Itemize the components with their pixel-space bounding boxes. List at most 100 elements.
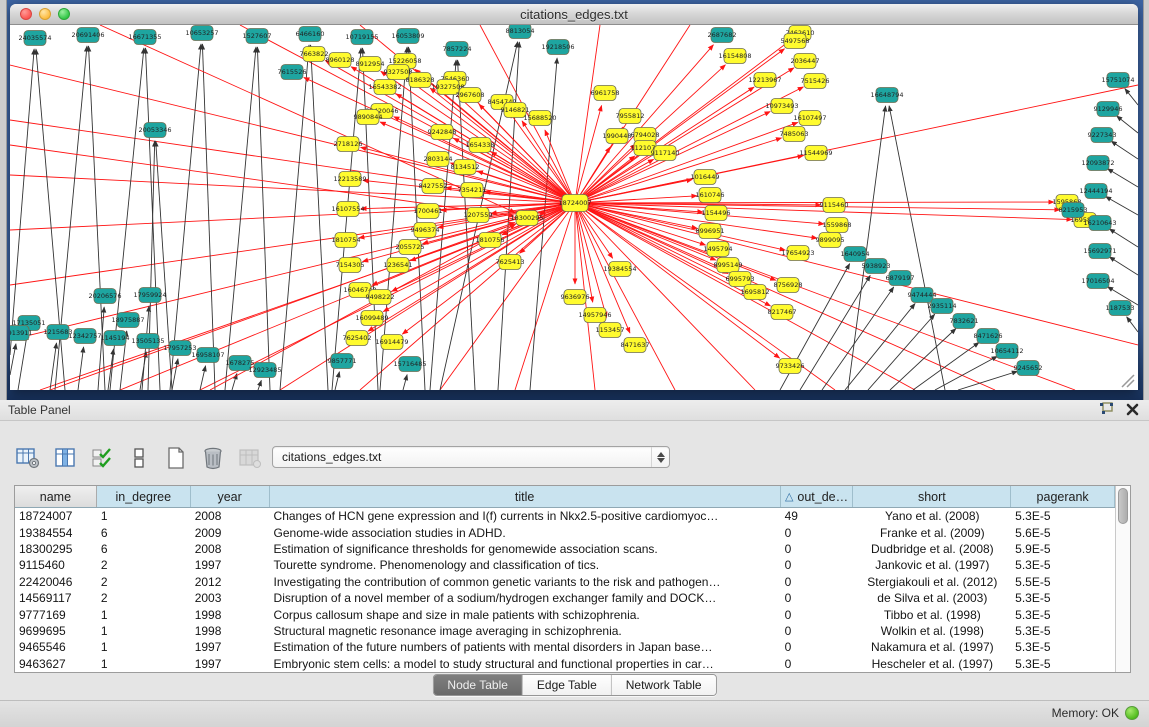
- table-selector-dropdown[interactable]: citations_edges.txt: [272, 446, 670, 468]
- network-node-teal[interactable]: 20691406: [71, 28, 104, 43]
- table-row[interactable]: 946554611997Estimation of the future num…: [15, 639, 1115, 655]
- cell-title[interactable]: Investigating the contribution of common…: [270, 574, 781, 590]
- network-node-yellow[interactable]: 12213589: [333, 172, 366, 187]
- cell-in_degree[interactable]: 1: [97, 656, 191, 672]
- network-node-yellow[interactable]: 9890844: [354, 110, 383, 125]
- network-node-teal[interactable]: 16648794: [870, 88, 903, 103]
- cell-title[interactable]: Changes of HCN gene expression and I(f) …: [270, 508, 781, 524]
- network-node-yellow[interactable]: 9115460: [820, 198, 849, 213]
- network-node-yellow[interactable]: 8134512: [451, 160, 480, 175]
- network-node-yellow[interactable]: 1810756: [476, 233, 505, 248]
- cell-year[interactable]: 1997: [191, 656, 270, 672]
- cell-pagerank[interactable]: 5.9E-5: [1011, 541, 1115, 557]
- network-node-teal[interactable]: 8471626: [974, 329, 1003, 344]
- network-node-teal[interactable]: 9245652: [1014, 361, 1043, 376]
- cell-year[interactable]: 1998: [191, 606, 270, 622]
- cell-title[interactable]: Structural magnetic resonance image aver…: [270, 623, 781, 639]
- network-node-yellow[interactable]: 9636976: [561, 290, 590, 305]
- cell-in_degree[interactable]: 2: [97, 590, 191, 606]
- new-table-icon[interactable]: [164, 446, 188, 470]
- cell-pagerank[interactable]: 5.3E-5: [1011, 623, 1115, 639]
- network-node-teal[interactable]: 8215953: [1059, 203, 1088, 218]
- cell-pagerank[interactable]: 5.3E-5: [1011, 590, 1115, 606]
- network-node-teal[interactable]: 1187533: [1106, 301, 1135, 316]
- table-vertical-scrollbar[interactable]: [1115, 486, 1130, 672]
- network-node-yellow[interactable]: 1154496: [702, 206, 731, 221]
- cell-title[interactable]: Corpus callosum shape and size in male p…: [270, 606, 781, 622]
- network-node-yellow[interactable]: 1207559: [464, 208, 493, 223]
- cell-pagerank[interactable]: 5.3E-5: [1011, 557, 1115, 573]
- cell-short[interactable]: Nakamura et al. (1997): [853, 639, 1011, 655]
- network-node-teal[interactable]: 15751074: [1101, 73, 1134, 88]
- network-node-teal[interactable]: 2687682: [708, 28, 737, 43]
- table-row[interactable]: 1456911722003Disruption of a novel membe…: [15, 590, 1115, 606]
- network-node-yellow[interactable]: 5497568: [781, 34, 810, 49]
- cell-pagerank[interactable]: 5.3E-5: [1011, 508, 1115, 524]
- cell-name[interactable]: 9699695: [15, 623, 97, 639]
- table-row[interactable]: 2242004622012Investigating the contribut…: [15, 574, 1115, 590]
- network-node-yellow[interactable]: 9498222: [366, 290, 395, 305]
- cell-title[interactable]: Estimation of the future numbers of pati…: [270, 639, 781, 655]
- network-node-teal[interactable]: 7832621: [950, 314, 979, 329]
- cell-short[interactable]: Tibbo et al. (1998): [853, 606, 1011, 622]
- network-node-yellow[interactable]: 9496374: [411, 223, 440, 238]
- cell-name[interactable]: 9777169: [15, 606, 97, 622]
- network-node-teal[interactable]: 6466160: [296, 27, 325, 42]
- cell-out_degree[interactable]: 0: [781, 574, 854, 590]
- cell-year[interactable]: 2012: [191, 574, 270, 590]
- cell-pagerank[interactable]: 5.6E-5: [1011, 524, 1115, 540]
- column-header-year[interactable]: year: [191, 486, 270, 507]
- network-node-teal[interactable]: 16671355: [128, 30, 161, 45]
- network-node-teal[interactable]: 10653257: [185, 26, 218, 41]
- network-node-teal[interactable]: 10719155: [345, 30, 378, 45]
- column-header-title[interactable]: title: [270, 486, 781, 507]
- cell-in_degree[interactable]: 1: [97, 606, 191, 622]
- column-header-short[interactable]: short: [853, 486, 1011, 507]
- cell-out_degree[interactable]: 0: [781, 606, 854, 622]
- cell-year[interactable]: 1997: [191, 557, 270, 573]
- network-node-teal[interactable]: 15716485: [393, 357, 426, 372]
- cell-title[interactable]: Disruption of a novel member of a sodium…: [270, 590, 781, 606]
- cell-in_degree[interactable]: 2: [97, 557, 191, 573]
- network-node-yellow[interactable]: 1153457: [596, 323, 625, 338]
- float-panel-icon[interactable]: [1099, 402, 1114, 421]
- network-node-yellow[interactable]: 2036447: [791, 54, 820, 69]
- network-node-yellow[interactable]: 12213967: [748, 73, 781, 88]
- network-node-yellow[interactable]: 8471637: [621, 338, 650, 353]
- network-node-teal[interactable]: 2935114: [928, 299, 957, 314]
- tab-network-table[interactable]: Network Table: [612, 675, 716, 695]
- cell-short[interactable]: de Silva et al. (2003): [853, 590, 1011, 606]
- cell-pagerank[interactable]: 5.3E-5: [1011, 606, 1115, 622]
- column-header-name[interactable]: name: [15, 486, 97, 507]
- network-node-teal[interactable]: 16053809: [391, 29, 424, 44]
- network-node-yellow[interactable]: 9242848: [428, 125, 457, 140]
- cell-in_degree[interactable]: 1: [97, 639, 191, 655]
- cell-name[interactable]: 18300295: [15, 541, 97, 557]
- column-header-in_degree[interactable]: in_degree: [97, 486, 191, 507]
- show-column-icon[interactable]: [53, 446, 77, 470]
- cell-pagerank[interactable]: 5.3E-5: [1011, 639, 1115, 655]
- network-node-teal[interactable]: 12093872: [1081, 156, 1114, 171]
- cell-name[interactable]: 9463627: [15, 656, 97, 672]
- network-node-yellow[interactable]: 1654338: [466, 138, 495, 153]
- cell-name[interactable]: 14569117: [15, 590, 97, 606]
- cell-title[interactable]: Tourette syndrome. Phenomenology and cla…: [270, 557, 781, 573]
- cell-name[interactable]: 19384554: [15, 524, 97, 540]
- network-node-yellow[interactable]: 9117140: [651, 146, 680, 161]
- network-node-yellow[interactable]: 7154305: [336, 258, 365, 273]
- table-row[interactable]: 1872400712008Changes of HCN gene express…: [15, 508, 1115, 524]
- network-window[interactable]: citations_edges.txt 76638228960128891295…: [10, 4, 1138, 390]
- cell-short[interactable]: Hescheler et al. (1997): [853, 656, 1011, 672]
- cell-name[interactable]: 18724007: [15, 508, 97, 524]
- cell-short[interactable]: Stergiakouli et al. (2012): [853, 574, 1011, 590]
- table-row[interactable]: 946362711997Embryonic stem cells: a mode…: [15, 656, 1115, 672]
- network-node-yellow[interactable]: 16914479: [375, 335, 408, 350]
- cell-out_degree[interactable]: 49: [781, 508, 854, 524]
- column-header-out_degree[interactable]: △out_de…: [781, 486, 854, 507]
- network-node-yellow[interactable]: 8995149: [714, 258, 743, 273]
- network-node-teal[interactable]: 17016504: [1081, 274, 1114, 289]
- network-node-yellow[interactable]: 8756928: [774, 278, 803, 293]
- network-node-teal[interactable]: 13505135: [131, 334, 164, 349]
- cell-pagerank[interactable]: 5.3E-5: [1011, 656, 1115, 672]
- scrollbar-thumb[interactable]: [1118, 488, 1128, 524]
